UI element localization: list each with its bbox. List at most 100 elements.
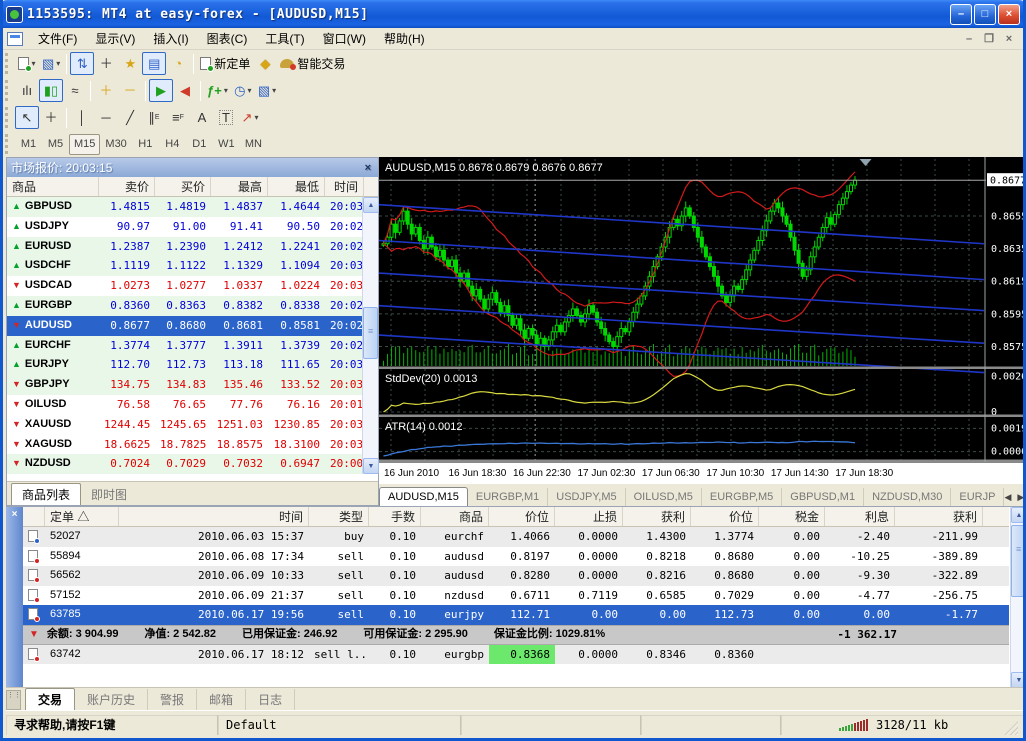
timeframe-M5[interactable]: M5	[42, 134, 69, 155]
timeframe-M30[interactable]: M30	[100, 134, 131, 155]
tab-next-icon[interactable]: ▶	[1017, 492, 1023, 503]
market-watch-row-AUDUSD[interactable]: ▼ AUDUSD 0.8677 0.8680 0.8681 0.8581 20:02	[7, 315, 377, 336]
market-watch-row-EURCHF[interactable]: ▲ EURCHF 1.3774 1.3777 1.3911 1.3739 20:02	[7, 335, 377, 356]
terminal-tab-3[interactable]: 邮箱	[197, 689, 247, 710]
resize-grip[interactable]	[1004, 720, 1018, 735]
price-chart[interactable]: 0.8655 0.8635 0.8615 0.8595 0.8575 0.8677 AUDU…	[378, 157, 1026, 462]
timeframe-H4[interactable]: H4	[159, 134, 186, 155]
chart-tab-GBPUSD-M1[interactable]: GBPUSD,M1	[782, 488, 865, 506]
market-watch-scrollbar[interactable]: ▲ ▼	[362, 197, 379, 474]
minimize-button[interactable]: –	[950, 3, 972, 25]
menu-item-6[interactable]: 帮助(H)	[375, 27, 434, 50]
horizontal-line-button[interactable]: ─	[94, 106, 118, 129]
toolbar-grip[interactable]	[5, 79, 12, 102]
orders-column-8[interactable]: 价位	[691, 507, 759, 526]
scroll-up-button[interactable]: ▲	[363, 197, 379, 213]
timeframe-H1[interactable]: H1	[132, 134, 159, 155]
market-watch-row-EURUSD[interactable]: ▲ EURUSD 1.2387 1.2390 1.2412 1.2241 20:02	[7, 236, 377, 257]
orders-column-0[interactable]: 定单 △	[45, 507, 119, 526]
data-window-button[interactable]: ＋	[94, 52, 118, 75]
orders-column-4[interactable]: 商品	[421, 507, 489, 526]
market-watch-row-GBPJPY[interactable]: ▼ GBPJPY 134.75 134.83 135.46 133.52 20:03	[7, 375, 377, 395]
menu-item-4[interactable]: 工具(T)	[256, 27, 313, 50]
order-row-63785[interactable]: 63785 2010.06.17 19:56 sell 0.10 eurjpy 112.7…	[23, 605, 1009, 625]
timeframe-M1[interactable]: M1	[15, 134, 42, 155]
market-watch-row-NZDUSD[interactable]: ▼ NZDUSD 0.7024 0.7029 0.7032 0.6947 20:00	[7, 454, 377, 474]
market-watch-row-EURJPY[interactable]: ▲ EURJPY 112.70 112.73 113.18 111.65 20:03	[7, 355, 377, 376]
templates-button[interactable]: ▧ ▾	[255, 79, 279, 102]
new-order-button[interactable]: 新定单	[197, 52, 253, 75]
timeframe-M15[interactable]: M15	[69, 133, 101, 155]
market-watch-row-GBPUSD[interactable]: ▲ GBPUSD 1.4815 1.4819 1.4837 1.4644 20:03	[7, 197, 377, 217]
market-watch-row-USDJPY[interactable]: ▲ USDJPY 90.97 91.00 91.41 90.50 20:02	[7, 217, 377, 237]
tab-prev-icon[interactable]: ◀	[1004, 492, 1011, 503]
pending-order-row-63742[interactable]: 63742 2010.06.17 18:12 sell l... 0.10 eurgbp…	[23, 644, 1009, 665]
docked-panel-grip[interactable]: ⋮⋮	[6, 690, 21, 710]
chart-shift-button[interactable]: ◀	[173, 79, 197, 102]
mw-column-header-1[interactable]: 卖价	[99, 177, 155, 196]
scroll-up-button[interactable]: ▲	[1011, 507, 1023, 523]
orders-column-7[interactable]: 获利	[623, 507, 691, 526]
order-row-57152[interactable]: 57152 2010.06.09 21:37 sell 0.10 nzdusd 0.671…	[23, 586, 1009, 606]
market-watch-tab-0[interactable]: 商品列表	[11, 483, 82, 505]
timeframe-W1[interactable]: W1	[213, 134, 240, 155]
menu-item-0[interactable]: 文件(F)	[29, 27, 86, 50]
scrollbar-thumb[interactable]	[1011, 525, 1023, 597]
terminal-scrollbar[interactable]: ▲ ▼	[1010, 507, 1023, 688]
cursor-button[interactable]: ↖	[15, 106, 39, 129]
scroll-down-button[interactable]: ▼	[363, 458, 379, 474]
terminal-tab-0[interactable]: 交易	[25, 688, 76, 710]
timeframe-MN[interactable]: MN	[240, 134, 267, 155]
arrows-button[interactable]: ↗ ▾	[238, 106, 262, 129]
strategy-tester-button[interactable]: ◔	[166, 52, 190, 75]
market-watch-button[interactable]: ⇅	[70, 52, 95, 75]
menu-item-5[interactable]: 窗口(W)	[314, 27, 375, 50]
market-watch-row-XAGUSD[interactable]: ▼ XAGUSD 18.6625 18.7825 18.8575 18.3100 20:03	[7, 435, 377, 455]
toolbar-grip[interactable]	[5, 106, 12, 129]
chart-window-icon[interactable]	[7, 31, 23, 46]
chart-tab-USDJPY-M5[interactable]: USDJPY,M5	[548, 488, 626, 506]
orders-column-1[interactable]: 时间	[119, 507, 309, 526]
terminal-close-icon[interactable]: ×	[6, 509, 23, 520]
order-row-56562[interactable]: 56562 2010.06.09 10:33 sell 0.10 audusd 0.828…	[23, 566, 1009, 586]
orders-column-5[interactable]: 价位	[489, 507, 555, 526]
close-button[interactable]: ×	[998, 3, 1020, 25]
auto-scroll-button[interactable]: ▶	[149, 79, 173, 102]
chart-tab-EURJP[interactable]: EURJP	[951, 488, 1005, 506]
new-chart-button[interactable]: ▾	[15, 52, 39, 75]
child-minimize-button[interactable]: –	[959, 30, 979, 48]
text-button[interactable]: A	[190, 106, 214, 129]
orders-column-9[interactable]: 税金	[759, 507, 825, 526]
child-close-button[interactable]: ×	[999, 30, 1019, 48]
zoom-in-button[interactable]: ＋	[94, 79, 118, 102]
orders-column-2[interactable]: 类型	[309, 507, 369, 526]
status-profile[interactable]: Default	[218, 714, 461, 735]
market-watch-row-USDCHF[interactable]: ▲ USDCHF 1.1119 1.1122 1.1329 1.1094 20:03	[7, 256, 377, 277]
orders-column-3[interactable]: 手数	[369, 507, 421, 526]
scroll-down-button[interactable]: ▼	[1011, 672, 1023, 688]
market-watch-row-XAUUSD[interactable]: ▼ XAUUSD 1244.45 1245.65 1251.03 1230.85 20:03	[7, 415, 377, 435]
mw-column-header-2[interactable]: 买价	[155, 177, 211, 196]
order-row-52027[interactable]: 52027 2010.06.03 15:37 buy 0.10 eurchf 1.4066…	[23, 527, 1009, 547]
line-chart-button[interactable]: ≈	[63, 79, 87, 102]
chart-tab-AUDUSD-M15[interactable]: AUDUSD,M15	[379, 487, 468, 506]
navigator-button[interactable]: ★	[118, 52, 142, 75]
mw-column-header-3[interactable]: 最高	[211, 177, 268, 196]
alerts-button[interactable]: ◆	[253, 52, 277, 75]
terminal-drag-strip[interactable]: ×	[6, 507, 23, 688]
terminal-tab-1[interactable]: 账户历史	[75, 689, 149, 710]
chart-tab-NZDUSD-M30[interactable]: NZDUSD,M30	[864, 488, 952, 506]
candlestick-chart-button[interactable]: ▮▯	[39, 79, 63, 102]
mw-column-header-5[interactable]: 时间	[325, 177, 364, 196]
expert-advisors-button[interactable]: 智能交易	[277, 52, 348, 75]
chart-tab-EURGBP-M1[interactable]: EURGBP,M1	[468, 488, 549, 506]
order-row-55894[interactable]: 55894 2010.06.08 17:34 sell 0.10 audusd 0.819…	[23, 547, 1009, 567]
periods-button[interactable]: ◷ ▾	[231, 79, 255, 102]
profiles-button[interactable]: ▧ ▾	[39, 52, 63, 75]
market-watch-tab-1[interactable]: 即时图	[81, 484, 137, 505]
chart-tab-OILUSD-M5[interactable]: OILUSD,M5	[626, 488, 702, 506]
zoom-out-button[interactable]: －	[118, 79, 142, 102]
toolbar-grip[interactable]	[5, 52, 12, 75]
chart-tab-EURGBP-M5[interactable]: EURGBP,M5	[702, 488, 783, 506]
toolbar-grip[interactable]	[5, 133, 12, 155]
